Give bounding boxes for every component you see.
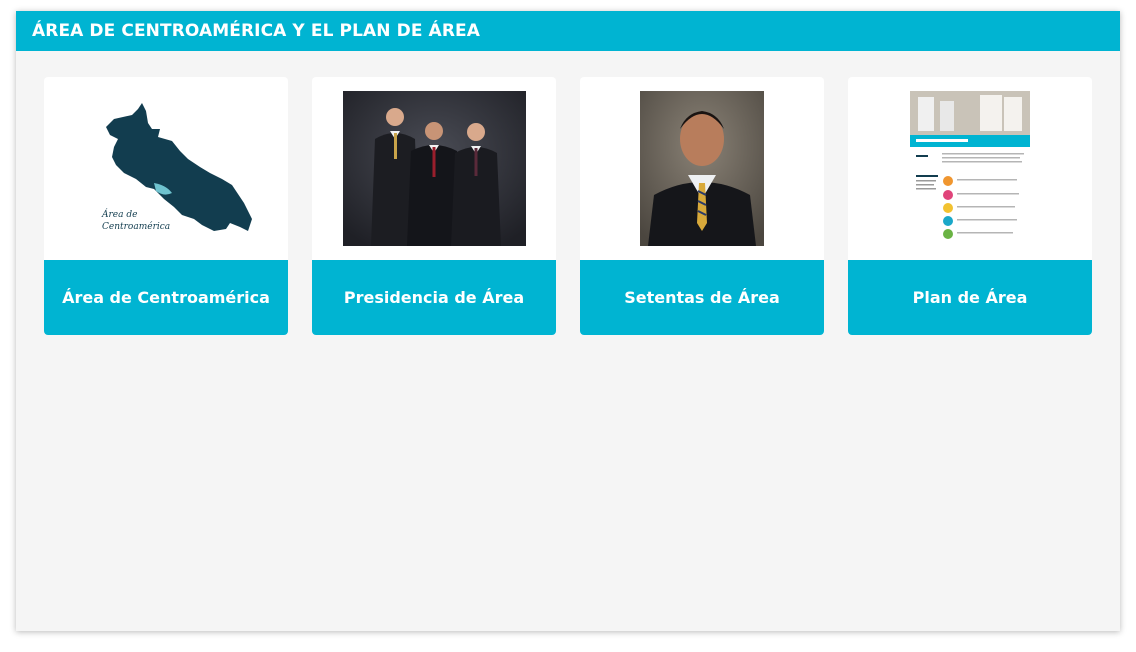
central-america-map-image: Área de Centroamérica (101, 102, 252, 232)
map-caption-line2: Centroamérica (102, 221, 170, 232)
card-plan-de-area[interactable]: Plan de Área (848, 77, 1092, 335)
card-image-area (312, 77, 556, 260)
card-label: Setentas de Área (580, 260, 824, 335)
card-label: Presidencia de Área (312, 260, 556, 335)
page-title: ÁREA DE CENTROAMÉRICA Y EL PLAN DE ÁREA (32, 21, 480, 41)
card-image-area (580, 77, 824, 260)
card-label: Área de Centroamérica (44, 260, 288, 335)
card-area-centroamerica[interactable]: Área de Centroamérica Área de Centroamér… (44, 77, 288, 335)
content-panel: ÁREA DE CENTROAMÉRICA Y EL PLAN DE ÁREA … (16, 11, 1120, 631)
area-seventy-portrait (640, 91, 764, 246)
card-image-area (848, 77, 1092, 260)
card-setentas-de-area[interactable]: Setentas de Área (580, 77, 824, 335)
area-plan-document-thumbnail (910, 91, 1030, 246)
card-presidencia-de-area[interactable]: Presidencia de Área (312, 77, 556, 335)
card-image-area: Área de Centroamérica (44, 77, 288, 260)
map-caption-line1: Área de (101, 208, 137, 220)
panel-header: ÁREA DE CENTROAMÉRICA Y EL PLAN DE ÁREA (16, 11, 1120, 51)
card-label: Plan de Área (848, 260, 1092, 335)
area-presidency-photo (342, 91, 526, 246)
card-grid: Área de Centroamérica Área de Centroamér… (44, 77, 1092, 335)
